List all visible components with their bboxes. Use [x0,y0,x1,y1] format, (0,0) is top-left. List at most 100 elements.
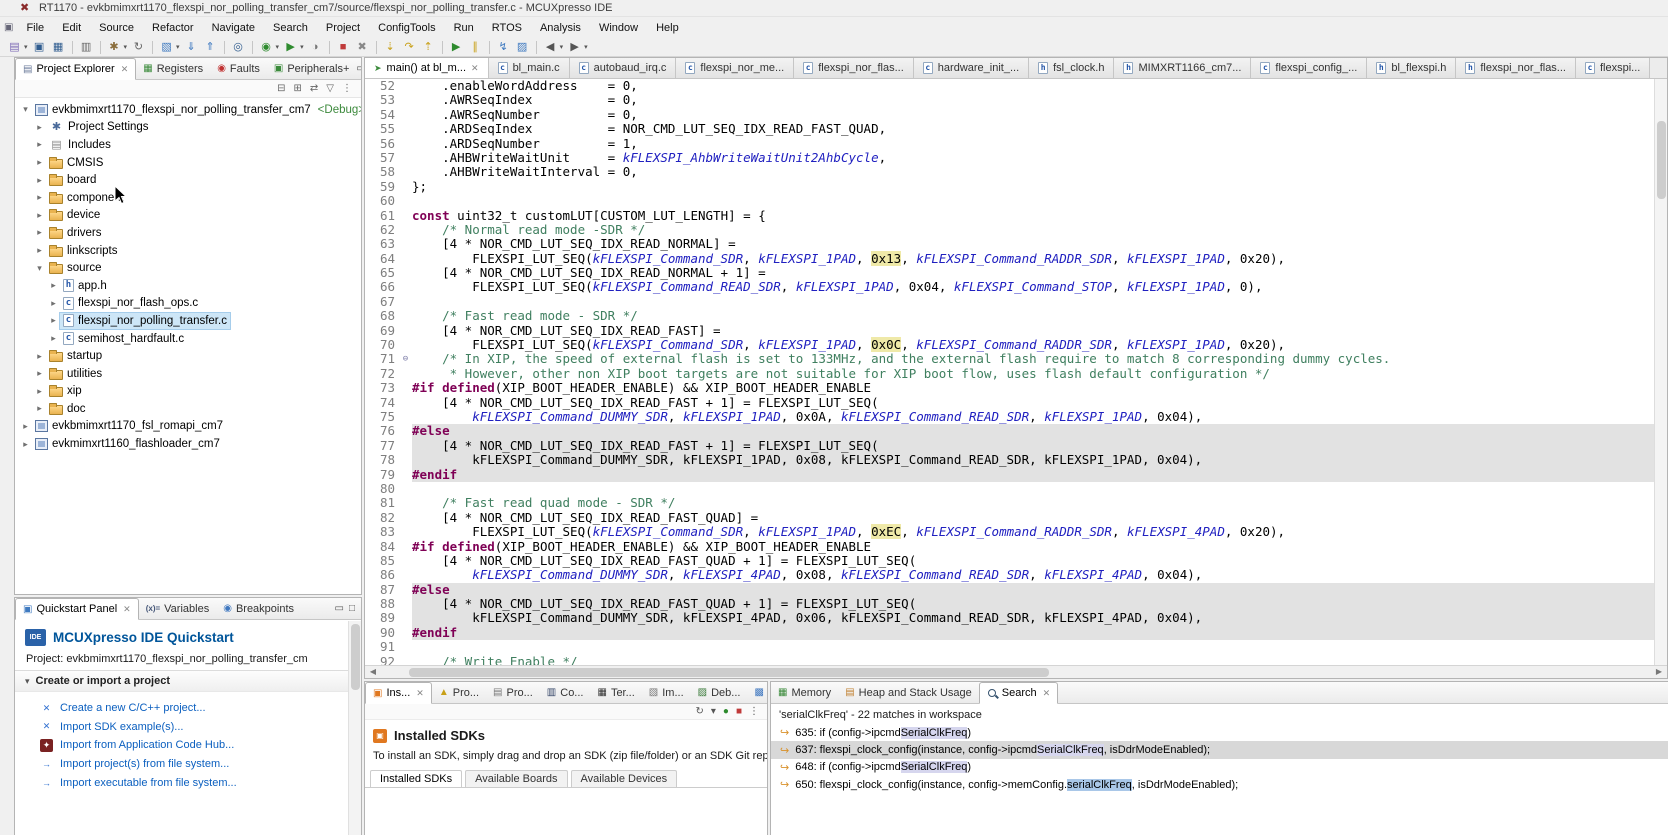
sdk-panel-tab-co[interactable]: ▥ Co... [540,682,591,703]
sdk-inner-tab-installed-sdks[interactable]: Installed SDKs [370,770,463,787]
search-result-row-2[interactable]: ↪ 648: if (config->ipcmdSerialClkFreq) [771,759,1668,776]
terminate-button[interactable]: ■ [335,39,352,56]
menu-edit[interactable]: Edit [53,20,90,36]
new-button[interactable]: ▤ [6,39,23,56]
scrollbar-thumb[interactable] [351,624,360,690]
memory-erase-button[interactable]: ▨ [514,39,531,56]
editor-tab-bl-main-c[interactable]: c bl_main.c [488,58,570,78]
sdk-panel-tab-pro[interactable]: ▤ Pro... [486,682,540,703]
sdk-panel-tab-deb[interactable]: ▨ Deb... [691,682,748,703]
sdk-panel-tab-ins[interactable]: ▣ Ins... ✕ [365,682,432,704]
sdk-panel-tab-ter[interactable]: ▦ Ter... [590,682,641,703]
quickstart-link-import-executable-from-file-system[interactable]: → Import executable from file system... [25,773,339,792]
import-button[interactable]: ⇓ [183,39,200,56]
menu-window[interactable]: Window [590,20,647,36]
expand-arrow-icon[interactable]: ▾ [33,263,46,274]
expand-all-icon[interactable]: ⊞ [294,83,302,94]
flash-program-button[interactable]: ↯ [495,39,512,56]
debug-button[interactable]: ◉ [258,39,275,56]
expand-arrow-icon[interactable]: ▸ [47,333,60,344]
tree-item-semihost-hardfault-c[interactable]: ▸ c semihost_hardfault.c [15,330,361,348]
expand-arrow-icon[interactable]: ▸ [33,403,46,414]
close-icon[interactable]: ✕ [123,604,131,615]
run-button[interactable]: ▶ [282,39,299,56]
search-panel-tab-memory[interactable]: ▦ Memory [771,682,838,703]
tree-item-app-h[interactable]: ▸ h app.h [15,277,361,295]
expand-arrow-icon[interactable]: ▸ [33,192,46,203]
expand-arrow-icon[interactable]: ▸ [33,210,46,221]
resume-button[interactable]: ▶ [448,39,465,56]
close-icon[interactable]: ✕ [471,63,479,74]
run-dropdown-icon[interactable]: ▾ [300,43,304,51]
expand-arrow-icon[interactable]: ▸ [19,421,32,432]
tree-item-xip[interactable]: ▸ xip [15,383,361,401]
menu-project[interactable]: Project [317,20,369,36]
search-panel-tab-heap-and-stack-usage[interactable]: ▤ Heap and Stack Usage [838,682,979,703]
menu-run[interactable]: Run [445,20,483,36]
editor-tab-bl-flexspi-h[interactable]: h bl_flexspi.h [1367,58,1457,78]
quickstart-link-import-project-s-from-file-system[interactable]: → Import project(s) from file system... [25,755,339,774]
tree-item-utilities[interactable]: ▸ utilities [15,365,361,383]
expand-arrow-icon[interactable]: ▸ [33,368,46,379]
view-menu-icon[interactable]: ⋮ [749,706,759,717]
quickstart-tab-variables[interactable]: (x)= Variables [139,598,217,619]
link-with-editor-icon[interactable]: ⇄ [310,83,318,94]
menu-help[interactable]: Help [647,20,688,36]
sdk-panel-tab-im[interactable]: ▧ Im... [642,682,691,703]
scroll-right-icon[interactable]: ▶ [1653,667,1665,676]
menu-navigate[interactable]: Navigate [203,20,264,36]
quickstart-section-header[interactable]: ▾ Create or import a project [15,670,361,692]
explorer-tab-faults[interactable]: ◉ Faults [210,58,267,79]
collapse-all-icon[interactable]: ⊟ [277,83,285,94]
tree-item-flexspi-nor-flash-ops-c[interactable]: ▸ c flexspi_nor_flash_ops.c [15,295,361,313]
close-icon[interactable]: ✕ [121,64,129,75]
code-editor[interactable]: 52 .enableWordAddress = 0, 53 .AWRSeqInde… [365,79,1654,666]
expand-arrow-icon[interactable]: ▸ [33,245,46,256]
menu-source[interactable]: Source [90,20,143,36]
expand-arrow-icon[interactable]: ▸ [47,298,60,309]
search-result-row-1[interactable]: ↪ 637: flexspi_clock_config(instance, con… [771,741,1668,759]
stop-icon[interactable]: ■ [736,706,742,717]
explorer-tab-project-explorer[interactable]: ▤ Project Explorer ✕ [15,58,137,80]
tree-item-includes[interactable]: ▸ ▤ Includes [15,136,361,154]
save-all-button[interactable]: ▦ [50,39,67,56]
menu-refactor[interactable]: Refactor [143,20,203,36]
tree-item-cmsis[interactable]: ▸ CMSIS [15,154,361,172]
editor-vertical-scrollbar[interactable] [1654,79,1667,666]
expand-arrow-icon[interactable]: ▾ [19,104,32,115]
search-button[interactable]: ◎ [230,39,247,56]
close-icon[interactable]: ✕ [1043,688,1051,699]
tree-item-evkbmimxrt1170-flexspi-nor-polling-transfer-cm7[interactable]: ▾ evkbmimxrt1170_flexspi_nor_polling_tran… [15,101,361,119]
expand-arrow-icon[interactable]: ▸ [33,122,46,133]
export-button[interactable]: ⇑ [202,39,219,56]
save-button[interactable]: ▣ [31,39,48,56]
filter-icon[interactable]: ▽ [326,83,334,94]
editor-tab-hardware-init[interactable]: c hardware_init_... [913,58,1030,78]
back-dropdown-icon[interactable]: ▾ [560,43,564,51]
new-dropdown-icon[interactable]: ▾ [24,43,28,51]
quickstart-link-import-sdk-example-s[interactable]: ✕ Import SDK example(s)... [25,718,339,737]
step-into-button[interactable]: ⇣ [382,39,399,56]
tree-item-startup[interactable]: ▸ startup [15,347,361,365]
scrollbar-thumb[interactable] [1657,121,1666,199]
tree-item-evkmimxrt1160-flashloader-cm7[interactable]: ▸ evkmimxrt1160_flashloader_cm7 [15,435,361,453]
view-menu-icon[interactable]: ⋮ [342,83,352,94]
menu-search[interactable]: Search [264,20,317,36]
tree-item-device[interactable]: ▸ device [15,207,361,225]
explorer-tab-peripherals[interactable]: ▣ Peripherals+ [267,58,357,79]
step-over-button[interactable]: ↷ [401,39,418,56]
menu-file[interactable]: File [17,20,53,36]
forward-button[interactable]: ▶ [566,39,583,56]
search-result-row-3[interactable]: ↪ 650: flexspi_clock_config(instance, con… [771,776,1668,793]
quickstart-scrollbar[interactable] [348,621,361,835]
editor-tab-flexspi-config[interactable]: c flexspi_config_... [1251,58,1368,78]
sdk-panel-tab-pro[interactable]: ▲ Pro... [432,682,486,703]
expand-arrow-icon[interactable]: ▸ [33,386,46,397]
quickstart-tab-quickstart-panel[interactable]: ▣ Quickstart Panel ✕ [15,598,139,620]
forward-dropdown-icon[interactable]: ▾ [584,43,588,51]
window-menu-icon[interactable]: ▣ [4,22,13,33]
tree-item-flexspi-nor-polling-transfer-c[interactable]: ▸ c flexspi_nor_polling_transfer.c [15,311,361,330]
maximize-icon[interactable]: □ [349,603,355,614]
expand-arrow-icon[interactable]: ▸ [47,280,60,291]
back-button[interactable]: ◀ [542,39,559,56]
